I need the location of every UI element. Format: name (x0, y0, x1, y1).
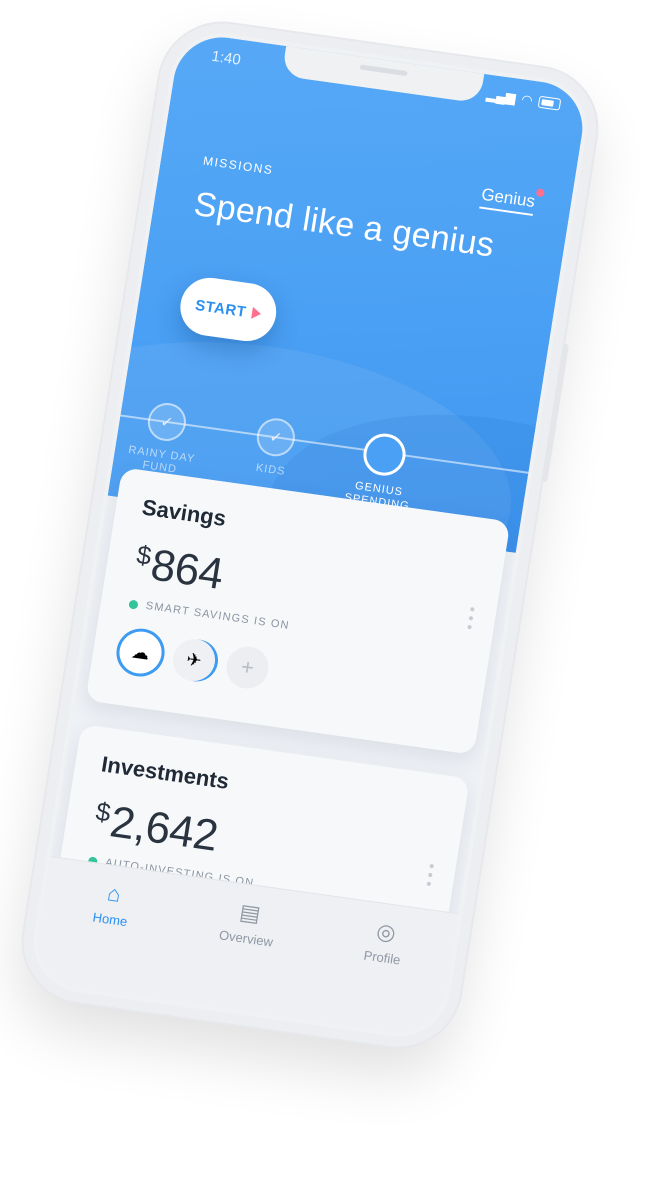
plus-icon[interactable]: + (223, 643, 272, 692)
play-arrow-icon (251, 306, 263, 321)
home-icon: ⌂ (105, 880, 123, 907)
tab-label: Home (91, 909, 129, 930)
card-title: Savings (140, 494, 228, 531)
check-icon: ✓ (145, 400, 189, 444)
savings-goals: ☁ ✈ + (116, 628, 272, 692)
tab-profile[interactable]: ◎ Profile (321, 914, 437, 1037)
more-options-icon[interactable] (426, 863, 434, 887)
more-options-icon[interactable] (467, 607, 475, 630)
card-title: Investments (99, 751, 231, 794)
notification-dot (535, 188, 545, 198)
genius-link[interactable]: Genius (479, 184, 537, 216)
investments-amount: $2,642 (91, 795, 221, 862)
wifi-icon: ◠ (520, 91, 534, 108)
start-button-label: START (194, 296, 248, 321)
tab-label: Overview (218, 927, 275, 950)
battery-icon (537, 95, 562, 111)
amount-value: 2,642 (106, 797, 222, 861)
mission-step[interactable]: ✓ RAINY DAY FUND (108, 396, 225, 482)
phone-screen: 1:40 ▂▄▆ ◠ MISSIONS Genius Spend like a … (30, 31, 590, 1039)
airplane-icon[interactable]: ✈ (169, 636, 219, 684)
rain-cloud-icon[interactable]: ☁ (116, 628, 165, 677)
tab-label: Profile (362, 947, 402, 968)
overview-icon: ▤ (237, 898, 263, 927)
status-icons: ▂▄▆ ◠ (485, 86, 562, 112)
profile-icon: ◎ (374, 918, 398, 946)
check-icon: ✓ (254, 415, 298, 459)
phone-device: 1:40 ▂▄▆ ◠ MISSIONS Genius Spend like a … (14, 15, 606, 1055)
status-time: 1:40 (210, 47, 242, 69)
savings-status: SMART SAVINGS IS ON (128, 598, 291, 632)
tab-overview[interactable]: ▤ Overview (185, 894, 301, 1017)
status-text: SMART SAVINGS IS ON (144, 599, 291, 632)
start-button[interactable]: START (176, 274, 281, 345)
tab-home[interactable]: ⌂ Home (49, 875, 165, 998)
savings-amount: $864 (132, 538, 227, 600)
status-dot-icon (128, 599, 139, 610)
section-label: MISSIONS (202, 153, 275, 178)
page-title: Spend like a genius (191, 184, 497, 265)
active-circle-icon (360, 430, 409, 479)
amount-value: 864 (147, 540, 227, 599)
signal-icon: ▂▄▆ (485, 86, 517, 106)
